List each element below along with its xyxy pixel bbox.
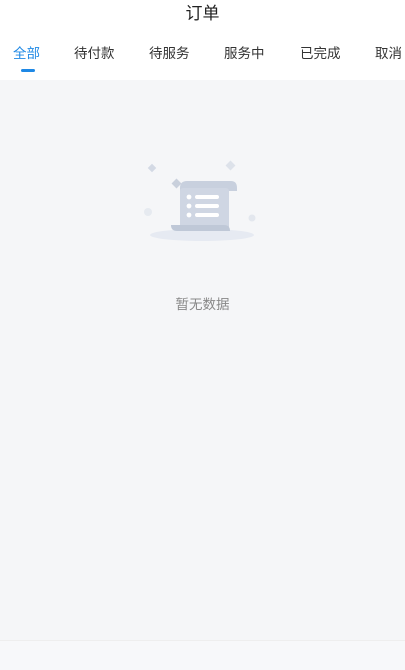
tab-in-service[interactable]: 服务中 bbox=[224, 34, 265, 76]
document-list-icon bbox=[144, 160, 256, 241]
active-tab-indicator bbox=[21, 69, 35, 72]
order-status-tabs: 全部 待付款 待服务 服务中 已完成 取消 bbox=[0, 34, 405, 80]
tab-cancelled[interactable]: 取消 bbox=[375, 34, 402, 76]
header: 订单 bbox=[0, 0, 405, 34]
tab-completed[interactable]: 已完成 bbox=[300, 34, 341, 76]
tab-pending-payment[interactable]: 待付款 bbox=[74, 34, 115, 76]
empty-state-text: 暂无数据 bbox=[175, 297, 230, 313]
empty-state: 暂无数据 bbox=[0, 155, 405, 325]
tab-pending-service[interactable]: 待服务 bbox=[149, 34, 190, 76]
orders-screen: 订单 全部 待付款 待服务 服务中 已完成 取消 暂无数据 bbox=[0, 0, 405, 670]
page-title: 订单 bbox=[185, 4, 220, 24]
bottom-bar bbox=[0, 640, 405, 670]
